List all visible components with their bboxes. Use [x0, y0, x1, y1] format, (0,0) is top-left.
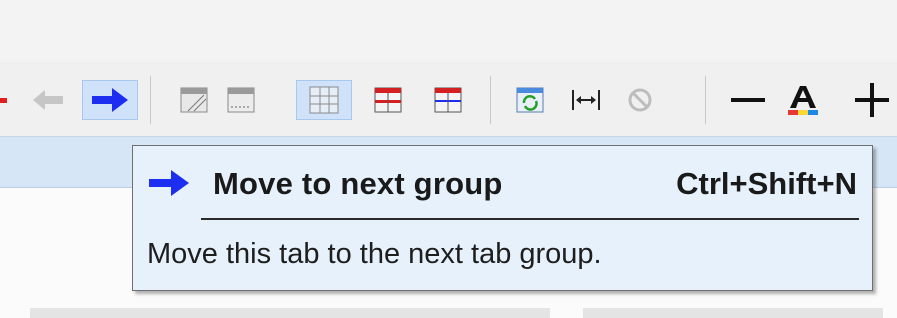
layout-split-vertical-icon [434, 87, 462, 113]
layout-button-4[interactable] [370, 80, 406, 120]
tooltip-title: Move to next group [213, 166, 503, 201]
toolbar-separator [705, 76, 706, 124]
tooltip-divider [201, 218, 859, 220]
layout-button-2[interactable] [223, 80, 259, 120]
refresh-icon [516, 87, 544, 113]
fit-width-icon [572, 90, 600, 110]
layout-button-1[interactable] [176, 80, 212, 120]
tooltip-header: Move to next group Ctrl+Shift+N [143, 160, 863, 206]
font-color-icon [788, 86, 818, 115]
zoom-out-button[interactable] [728, 80, 768, 120]
status-strip [583, 308, 883, 318]
arrow-left-icon [33, 90, 63, 110]
tooltip-shortcut: Ctrl+Shift+N [676, 166, 857, 201]
layout-hatched-icon [180, 87, 208, 113]
arrow-right-icon [92, 88, 128, 112]
toolbar-separator [490, 76, 491, 124]
left-edge-red-icon[interactable] [0, 98, 7, 103]
layout-dotted-icon [227, 87, 255, 113]
arrow-right-icon [149, 170, 189, 196]
tooltip: Move to next group Ctrl+Shift+N Move thi… [132, 145, 873, 291]
plus-icon [855, 83, 889, 117]
stop-icon [628, 88, 652, 112]
next-group-button[interactable] [82, 80, 138, 120]
layout-grid-icon [309, 86, 339, 114]
stop-button[interactable] [622, 80, 658, 120]
title-area [0, 0, 897, 62]
zoom-in-button[interactable] [852, 80, 892, 120]
status-strip [30, 308, 550, 318]
layout-button-5[interactable] [430, 80, 466, 120]
layout-button-3[interactable] [296, 80, 352, 120]
layout-split-horizontal-icon [374, 87, 402, 113]
previous-group-button[interactable] [26, 80, 70, 120]
refresh-button[interactable] [512, 80, 548, 120]
minus-icon [731, 98, 765, 102]
font-color-button[interactable] [782, 80, 824, 120]
toolbar [0, 62, 897, 136]
fit-width-button[interactable] [568, 80, 604, 120]
toolbar-separator [150, 76, 151, 124]
tooltip-description: Move this tab to the next tab group. [147, 238, 602, 270]
